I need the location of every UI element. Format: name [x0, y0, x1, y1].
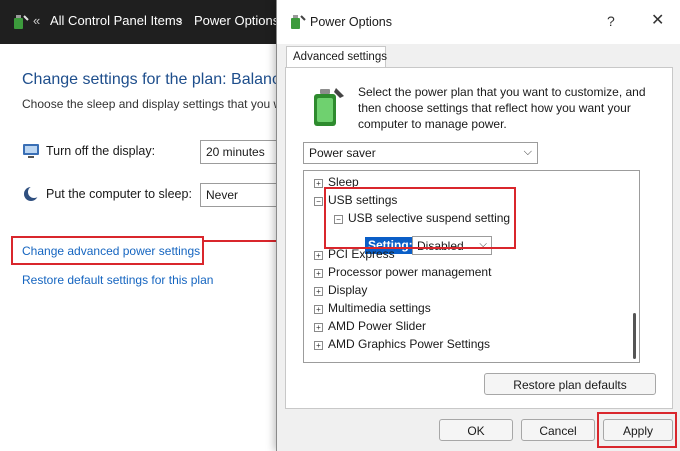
tree-item-processor[interactable]: Processor power management — [328, 265, 491, 279]
cancel-button[interactable]: Cancel — [521, 419, 595, 441]
dialog-description: Select the power plan that you want to c… — [358, 85, 646, 131]
expand-plus-icon[interactable]: + — [314, 179, 323, 188]
chevron-down-icon: ⌵ — [523, 146, 532, 158]
page-subtitle: Choose the sleep and display settings th… — [22, 97, 283, 111]
power-options-dialog: Power Options ? ✕ Advanced settings Sele… — [276, 0, 680, 451]
battery-plan-icon — [314, 88, 344, 126]
expand-plus-icon[interactable]: + — [314, 287, 323, 296]
display-icon — [23, 144, 39, 158]
expand-plus-icon[interactable]: + — [314, 305, 323, 314]
collapse-minus-icon[interactable]: − — [314, 197, 323, 206]
double-chevron-icon[interactable]: « — [33, 13, 40, 28]
breadcrumb-separator-icon: › — [178, 12, 183, 27]
breadcrumb-power-options[interactable]: Power Options — [194, 13, 279, 28]
tree-item-display[interactable]: Display — [328, 283, 367, 297]
highlight-box-advanced-link — [11, 236, 204, 265]
dialog-title: Power Options — [310, 15, 392, 29]
tree-item-amd-graphics[interactable]: AMD Graphics Power Settings — [328, 337, 490, 351]
expand-plus-icon[interactable]: + — [314, 323, 323, 332]
breadcrumb-all-items[interactable]: All Control Panel Items — [50, 13, 182, 28]
close-icon[interactable]: ✕ — [651, 10, 664, 30]
page-title: Change settings for the plan: Balance — [22, 71, 289, 88]
scrollbar-thumb[interactable] — [633, 313, 636, 359]
power-plan-value: Power saver — [309, 146, 376, 160]
expand-plus-icon[interactable]: + — [314, 251, 323, 260]
expand-plus-icon[interactable]: + — [314, 269, 323, 278]
power-options-icon — [291, 15, 306, 29]
highlight-box-usb-settings — [324, 187, 516, 249]
restore-default-settings-link[interactable]: Restore default settings for this plan — [22, 273, 213, 287]
highlight-box-apply — [597, 412, 677, 448]
tab-advanced-settings[interactable]: Advanced settings — [286, 46, 387, 68]
tree-item-amd-power-slider[interactable]: AMD Power Slider — [328, 319, 426, 333]
power-plan-select[interactable]: Power saver ⌵ — [303, 142, 538, 164]
expand-plus-icon[interactable]: + — [314, 341, 323, 350]
tree-item-multimedia[interactable]: Multimedia settings — [328, 301, 431, 315]
sleep-moon-icon — [24, 186, 40, 201]
restore-plan-defaults-button[interactable]: Restore plan defaults — [484, 373, 656, 395]
help-icon[interactable]: ? — [607, 13, 615, 29]
tree-scrollbar[interactable] — [631, 171, 639, 362]
tree-item-pci-express[interactable]: PCI Express — [328, 247, 395, 261]
display-label: Turn off the display: — [46, 144, 156, 158]
advanced-settings-panel: Select the power plan that you want to c… — [285, 67, 673, 409]
ok-button[interactable]: OK — [439, 419, 513, 441]
dialog-titlebar: Power Options ? ✕ — [277, 0, 680, 44]
power-options-icon — [14, 15, 29, 29]
sleep-label: Put the computer to sleep: — [46, 187, 192, 201]
